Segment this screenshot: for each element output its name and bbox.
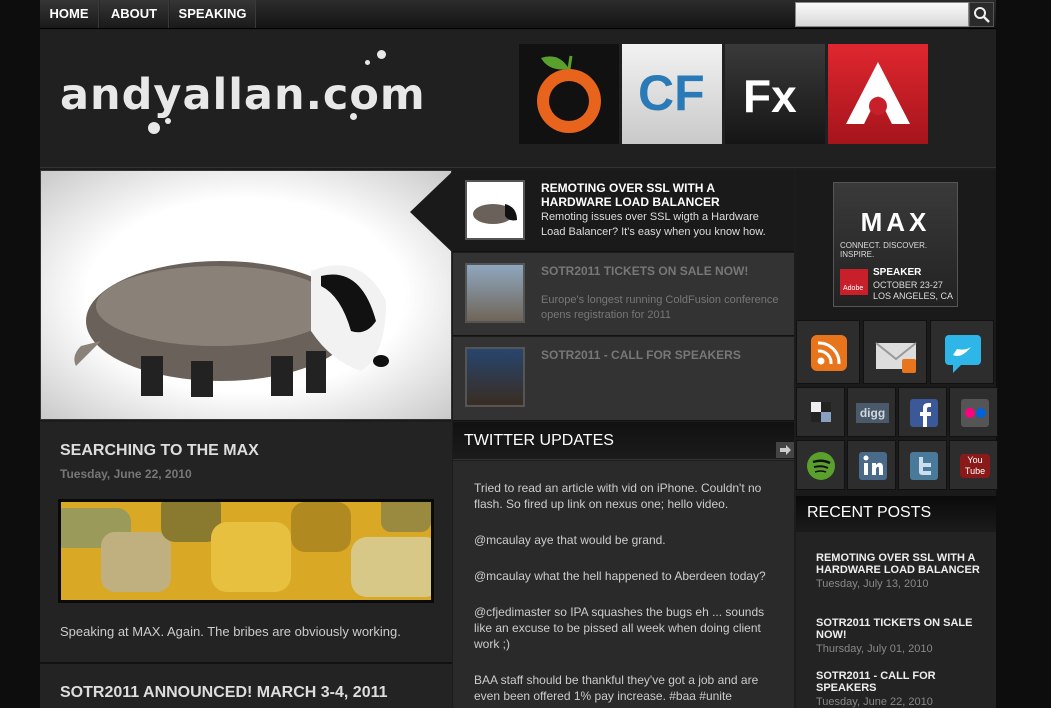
posts-column: SEARCHING TO THE MAX Tuesday, June 22, 2…	[40, 422, 452, 708]
nav-home[interactable]: HOME	[40, 0, 99, 28]
spotify-icon	[807, 452, 835, 480]
recent-post-item[interactable]: SOTR2011 - CALL FOR SPEAKERS Tuesday, Ju…	[816, 670, 981, 708]
nav-about[interactable]: ABOUT	[100, 0, 169, 28]
recent-post-title: SOTR2011 TICKETS ON SALE NOW!	[816, 617, 973, 641]
twitter-bird-icon	[945, 335, 981, 373]
twitter-arrow-button[interactable]	[776, 442, 794, 458]
recent-post-date: Thursday, July 01, 2010	[816, 643, 933, 655]
max-tagline: CONNECT. DISCOVER. INSPIRE.	[840, 241, 928, 259]
post-divider	[40, 662, 452, 664]
feature-title: REMOTING OVER SSL WITH A HARDWARE LOAD B…	[541, 181, 720, 209]
delicious-button[interactable]	[796, 387, 845, 437]
logo-dot	[165, 118, 171, 124]
post-title[interactable]: SOTR2011 ANNOUNCED! MARCH 3-4, 2011	[60, 684, 388, 702]
twitter-feed: Tried to read an article with vid on iPh…	[453, 461, 794, 708]
spotify-button[interactable]	[796, 440, 845, 490]
flex-logo[interactable]: Fx	[725, 44, 825, 144]
twitter-icon	[910, 452, 938, 480]
email-button[interactable]	[863, 320, 927, 384]
post-title[interactable]: SEARCHING TO THE MAX	[60, 442, 259, 460]
air-logo[interactable]	[828, 44, 928, 144]
linkedin-button[interactable]	[847, 440, 896, 490]
rss-icon	[811, 335, 847, 371]
recent-posts-header: RECENT POSTS	[796, 496, 996, 530]
feature-desc: Europe's longest running ColdFusion conf…	[541, 294, 779, 321]
adobe-logo: Adobe	[840, 269, 868, 295]
feature-title: SOTR2011 TICKETS ON SALE NOW!	[541, 264, 749, 278]
twitter-header: TWITTER UPDATES	[453, 422, 794, 460]
orange-icon	[537, 55, 601, 133]
post-date: Tuesday, June 22, 2010	[60, 467, 192, 481]
recent-post-title: REMOTING OVER SSL WITH A HARDWARE LOAD B…	[816, 552, 980, 576]
air-icon	[846, 62, 910, 124]
search-input[interactable]	[795, 2, 969, 27]
recent-post-item[interactable]: REMOTING OVER SSL WITH A HARDWARE LOAD B…	[816, 552, 981, 590]
search-icon	[974, 7, 990, 23]
linkedin-icon	[859, 452, 887, 480]
arrow-right-icon	[780, 445, 791, 455]
site-logo[interactable]: andyallan.com	[60, 70, 426, 120]
twitter-small-button[interactable]	[898, 440, 947, 490]
youtube-icon: You Tube	[960, 454, 990, 478]
orange-logo[interactable]	[519, 44, 619, 144]
digg-icon: digg	[856, 403, 889, 423]
slider-pointer	[410, 170, 454, 254]
digg-button[interactable]: digg	[847, 387, 896, 437]
coldfusion-logo[interactable]: CF	[622, 44, 722, 144]
twitter-follow-button[interactable]	[930, 320, 994, 384]
max-dates: OCTOBER 23-27	[873, 280, 943, 290]
tweet: @mcaulay what the hell happened to Aberd…	[474, 569, 766, 583]
tweet: BAA staff should be thankful they've got…	[474, 673, 759, 703]
top-nav: HOME ABOUT SPEAKING	[40, 0, 996, 29]
logo-dot	[365, 60, 370, 65]
max-role: SPEAKER	[873, 267, 922, 278]
flickr-button[interactable]	[949, 387, 998, 437]
email-icon	[875, 342, 917, 373]
max-logo: MAX	[860, 207, 931, 237]
tweet: Tried to read an article with vid on iPh…	[474, 481, 762, 511]
fx-text: Fx	[743, 70, 797, 122]
right-sidebar: MAX CONNECT. DISCOVER. INSPIRE. Adobe SP…	[796, 170, 998, 708]
logo-dot	[350, 113, 357, 120]
rss-button[interactable]	[796, 320, 860, 384]
nav-speaking[interactable]: SPEAKING	[170, 0, 256, 28]
site-header: andyallan.com CF Fx	[40, 30, 996, 168]
retro-pattern-image	[61, 502, 431, 600]
delicious-icon	[811, 402, 831, 422]
recent-post-item[interactable]: SOTR2011 TICKETS ON SALE NOW! Thursday, …	[816, 617, 981, 655]
recent-post-date: Tuesday, June 22, 2010	[816, 696, 933, 708]
recent-post-title: SOTR2011 - CALL FOR SPEAKERS	[816, 670, 936, 694]
facebook-button[interactable]	[898, 387, 947, 437]
cf-text: CF	[638, 65, 705, 121]
feature-thumb	[465, 263, 525, 323]
youtube-button[interactable]: You Tube	[949, 440, 998, 490]
logo-dot	[148, 122, 160, 134]
tweet: @cfjedimaster so IPA squashes the bugs e…	[474, 605, 765, 651]
max-speaker-badge[interactable]: MAX CONNECT. DISCOVER. INSPIRE. Adobe SP…	[833, 182, 958, 307]
search-button[interactable]	[969, 2, 994, 27]
page-wrapper: HOME ABOUT SPEAKING andyallan.com CF Fx …	[40, 0, 998, 708]
hero-image[interactable]	[40, 170, 452, 420]
feature-item[interactable]: SOTR2011 - CALL FOR SPEAKERS	[453, 337, 794, 421]
feature-item[interactable]: REMOTING OVER SSL WITH A HARDWARE LOAD B…	[453, 170, 794, 252]
twitter-heading: TWITTER UPDATES	[464, 432, 614, 449]
post-excerpt: Speaking at MAX. Again. The bribes are o…	[60, 624, 401, 639]
flickr-icon	[961, 399, 989, 427]
feature-desc: Remoting issues over SSL wigth a Hardwar…	[541, 211, 766, 238]
facebook-icon	[910, 399, 938, 427]
tweet: @mcaulay aye that would be grand.	[474, 533, 666, 547]
logo-dot	[377, 50, 386, 59]
post-image[interactable]	[58, 499, 434, 603]
badger-image	[74, 261, 389, 397]
recent-posts-heading: RECENT POSTS	[807, 504, 932, 521]
feature-title: SOTR2011 - CALL FOR SPEAKERS	[541, 348, 741, 362]
max-city: LOS ANGELES, CA	[873, 291, 954, 301]
feature-thumb	[465, 180, 525, 240]
adobe-text: Adobe	[843, 285, 864, 292]
recent-post-date: Tuesday, July 13, 2010	[816, 578, 929, 590]
feature-item[interactable]: SOTR2011 TICKETS ON SALE NOW! Europe's l…	[453, 253, 794, 336]
feature-thumb	[465, 347, 525, 407]
